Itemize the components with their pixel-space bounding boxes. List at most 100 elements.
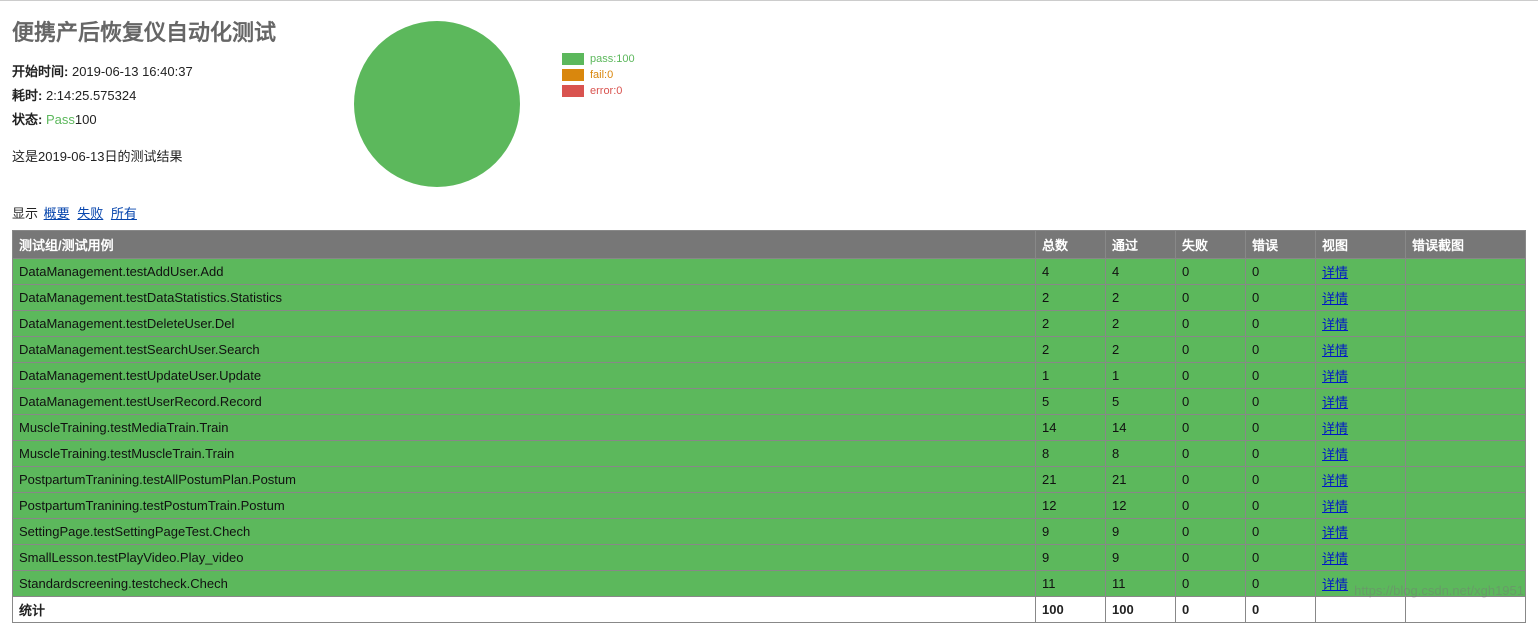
duration-value: 2:14:25.575324 [46, 88, 136, 103]
cell-fail: 0 [1176, 311, 1246, 337]
cell-fail: 0 [1176, 285, 1246, 311]
cell-error: 0 [1246, 467, 1316, 493]
detail-link[interactable]: 详情 [1322, 525, 1348, 540]
cell-total-screenshot [1406, 597, 1526, 623]
cell-screenshot [1406, 519, 1526, 545]
cell-total-error: 0 [1246, 597, 1316, 623]
legend-error-swatch [562, 85, 584, 97]
cell-name: Standardscreening.testcheck.Chech [13, 571, 1036, 597]
detail-link[interactable]: 详情 [1322, 447, 1348, 462]
table-row: MuscleTraining.testMediaTrain.Train14140… [13, 415, 1526, 441]
th-error: 错误 [1246, 231, 1316, 259]
detail-link[interactable]: 详情 [1322, 577, 1348, 592]
cell-view: 详情 [1316, 311, 1406, 337]
cell-error: 0 [1246, 259, 1316, 285]
detail-link[interactable]: 详情 [1322, 395, 1348, 410]
legend-error-label: error:0 [590, 85, 622, 97]
cell-screenshot [1406, 493, 1526, 519]
cell-error: 0 [1246, 285, 1316, 311]
filter-prefix: 显示 [12, 206, 38, 221]
status-pass-text: Pass [46, 112, 75, 127]
cell-pass: 9 [1106, 519, 1176, 545]
filter-summary-link[interactable]: 概要 [44, 206, 70, 221]
cell-fail: 0 [1176, 259, 1246, 285]
cell-total: 14 [1036, 415, 1106, 441]
filter-bar: 显示 概要 失败 所有 [12, 203, 1526, 222]
cell-view: 详情 [1316, 545, 1406, 571]
legend-pass-swatch [562, 53, 584, 65]
cell-name: DataManagement.testDataStatistics.Statis… [13, 285, 1036, 311]
status-count: 100 [75, 112, 97, 127]
table-row: DataManagement.testUserRecord.Record5500… [13, 389, 1526, 415]
cell-fail: 0 [1176, 571, 1246, 597]
cell-total: 2 [1036, 337, 1106, 363]
table-row: SmallLesson.testPlayVideo.Play_video9900… [13, 545, 1526, 571]
cell-view: 详情 [1316, 337, 1406, 363]
cell-name: MuscleTraining.testMuscleTrain.Train [13, 441, 1036, 467]
cell-error: 0 [1246, 441, 1316, 467]
cell-screenshot [1406, 389, 1526, 415]
cell-total: 8 [1036, 441, 1106, 467]
cell-name: DataManagement.testUpdateUser.Update [13, 363, 1036, 389]
legend-fail-label: fail:0 [590, 69, 613, 81]
th-fail: 失败 [1176, 231, 1246, 259]
detail-link[interactable]: 详情 [1322, 265, 1348, 280]
cell-pass: 2 [1106, 285, 1176, 311]
cell-fail: 0 [1176, 337, 1246, 363]
detail-link[interactable]: 详情 [1322, 421, 1348, 436]
table-row: DataManagement.testDeleteUser.Del2200详情 [13, 311, 1526, 337]
legend-pass-label: pass:100 [590, 53, 635, 65]
cell-name: PostpartumTranining.testAllPostumPlan.Po… [13, 467, 1036, 493]
legend-fail-swatch [562, 69, 584, 81]
cell-pass: 12 [1106, 493, 1176, 519]
cell-pass: 21 [1106, 467, 1176, 493]
table-row: DataManagement.testSearchUser.Search2200… [13, 337, 1526, 363]
cell-error: 0 [1246, 389, 1316, 415]
table-row: DataManagement.testUpdateUser.Update1100… [13, 363, 1526, 389]
cell-screenshot [1406, 259, 1526, 285]
cell-pass: 4 [1106, 259, 1176, 285]
cell-name: DataManagement.testAddUser.Add [13, 259, 1036, 285]
cell-pass: 5 [1106, 389, 1176, 415]
cell-error: 0 [1246, 363, 1316, 389]
cell-view: 详情 [1316, 389, 1406, 415]
cell-total: 9 [1036, 519, 1106, 545]
pie-legend: pass:100 fail:0 error:0 [562, 19, 635, 101]
cell-total: 2 [1036, 311, 1106, 337]
cell-view: 详情 [1316, 259, 1406, 285]
cell-total-pass: 100 [1106, 597, 1176, 623]
detail-link[interactable]: 详情 [1322, 473, 1348, 488]
th-total: 总数 [1036, 231, 1106, 259]
cell-error: 0 [1246, 415, 1316, 441]
table-row: DataManagement.testAddUser.Add4400详情 [13, 259, 1526, 285]
filter-failed-link[interactable]: 失败 [77, 206, 103, 221]
cell-view: 详情 [1316, 519, 1406, 545]
result-pie-chart [352, 19, 522, 189]
table-row: SettingPage.testSettingPageTest.Chech990… [13, 519, 1526, 545]
cell-total: 21 [1036, 467, 1106, 493]
detail-link[interactable]: 详情 [1322, 499, 1348, 514]
cell-pass: 8 [1106, 441, 1176, 467]
cell-fail: 0 [1176, 363, 1246, 389]
detail-link[interactable]: 详情 [1322, 291, 1348, 306]
detail-link[interactable]: 详情 [1322, 551, 1348, 566]
cell-error: 0 [1246, 337, 1316, 363]
cell-view: 详情 [1316, 285, 1406, 311]
cell-error: 0 [1246, 519, 1316, 545]
detail-link[interactable]: 详情 [1322, 369, 1348, 384]
th-name: 测试组/测试用例 [13, 231, 1036, 259]
results-table: 测试组/测试用例 总数 通过 失败 错误 视图 错误截图 DataManagem… [12, 230, 1526, 623]
cell-pass: 9 [1106, 545, 1176, 571]
cell-fail: 0 [1176, 389, 1246, 415]
table-row: PostpartumTranining.testPostumTrain.Post… [13, 493, 1526, 519]
cell-name: PostpartumTranining.testPostumTrain.Post… [13, 493, 1036, 519]
cell-screenshot [1406, 467, 1526, 493]
cell-screenshot [1406, 441, 1526, 467]
detail-link[interactable]: 详情 [1322, 317, 1348, 332]
cell-total: 4 [1036, 259, 1106, 285]
report-description: 这是2019-06-13日的测试结果 [12, 146, 312, 165]
detail-link[interactable]: 详情 [1322, 343, 1348, 358]
table-row: MuscleTraining.testMuscleTrain.Train8800… [13, 441, 1526, 467]
filter-all-link[interactable]: 所有 [111, 206, 137, 221]
cell-fail: 0 [1176, 545, 1246, 571]
